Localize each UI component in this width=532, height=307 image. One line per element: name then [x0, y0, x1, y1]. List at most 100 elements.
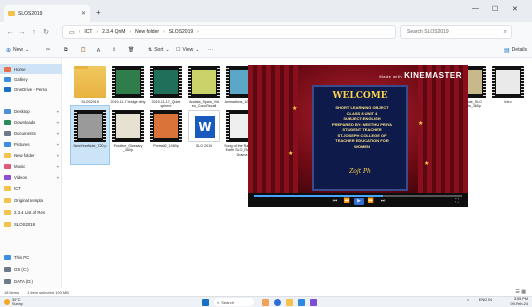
seek-bar[interactable] — [254, 195, 462, 197]
rename-icon[interactable]: Ａ — [96, 45, 101, 55]
file-name: Portrait2_1080p — [153, 144, 179, 148]
more-options-button[interactable]: ··· — [208, 45, 213, 55]
folder-icon — [4, 152, 11, 158]
store-icon[interactable] — [298, 299, 305, 306]
pin-icon[interactable]: ⌖ — [57, 109, 59, 114]
new-button[interactable]: ⊕ New ⌄ — [6, 45, 29, 55]
video-file[interactable]: Intro — [489, 62, 527, 120]
sort-button[interactable]: ⇅ Sort ⌄ — [148, 45, 170, 55]
video-thumbnail — [150, 66, 182, 98]
delete-icon[interactable]: 🗑 — [128, 45, 134, 55]
search-input[interactable]: Search SLOS2019 ⌕ — [400, 25, 512, 39]
fullscreen-icon[interactable]: ⛶ — [452, 198, 462, 205]
clock[interactable]: 3:55 PM 09-Feb-24 — [510, 297, 528, 307]
cloud-icon — [4, 86, 11, 92]
pin-icon[interactable]: ⌖ — [57, 153, 59, 158]
copy-icon[interactable]: ⧉ — [64, 45, 68, 55]
sidebar-item-label: Videos — [14, 174, 28, 180]
close-button[interactable]: ✕ — [512, 5, 518, 13]
sidebar-item-new-folder[interactable]: New folder ⌖ — [0, 150, 62, 160]
up-icon[interactable]: ↑ — [28, 29, 40, 36]
back-icon[interactable]: ← — [4, 29, 16, 36]
video-file-selected[interactable]: NewYearNote_720 p — [70, 105, 110, 165]
view-button[interactable]: ☐ View ⌄ — [176, 45, 199, 55]
document-icon — [4, 130, 11, 136]
word-document[interactable]: W SLO 2019 — [185, 106, 223, 164]
sidebar-item-list-of-resources[interactable]: 2.3.4 List of Res — [0, 207, 62, 217]
sidebar-item-onedrive[interactable]: OneDrive - Perso — [0, 84, 62, 94]
weather-widget[interactable]: 30°C Sunny — [4, 298, 23, 306]
download-icon — [4, 119, 11, 125]
cut-icon[interactable]: ✂ — [46, 45, 50, 55]
pin-icon[interactable]: ⌖ — [57, 120, 59, 125]
breadcrumb-qnm[interactable]: 2.3.4 QnM — [102, 29, 125, 35]
sidebar-item-ict[interactable]: ICT — [0, 183, 62, 193]
address-bar[interactable]: ▭ › ICT › 2.3.4 QnM › New folder › SLOS2… — [62, 25, 396, 39]
sidebar-item-videos[interactable]: Videos ⌖ — [0, 172, 62, 182]
command-bar: ⊕ New ⌄ ✂ ⧉ 📋 Ａ ⇪ 🗑 ⇅ Sort ⌄ ☐ View ⌄ ··… — [0, 42, 532, 58]
sidebar-item-label: SLOS2019 — [14, 221, 36, 227]
video-file[interactable]: Positive_Glossary _360p — [109, 106, 147, 164]
sidebar-item-label: Documents — [14, 130, 36, 136]
video-preview-player[interactable]: Made with KINEMASTER ★ ★ ★ ★ WELCOME SHOR… — [248, 65, 468, 207]
star-icon: ★ — [418, 121, 424, 127]
sidebar-item-this-pc[interactable]: This PC — [0, 252, 62, 262]
sidebar-item-downloads[interactable]: Downloads ⌖ — [0, 117, 62, 127]
sidebar-item-pictures[interactable]: Pictures ⌖ — [0, 139, 62, 149]
new-tab-button[interactable]: + — [96, 8, 101, 17]
pin-icon[interactable]: ⌖ — [57, 131, 59, 136]
item-count: 18 items — [4, 289, 20, 295]
breadcrumb-slos2019[interactable]: SLOS2019 — [169, 29, 193, 35]
word-document-icon: W — [188, 110, 220, 142]
tray-chevron-icon[interactable]: ⌃ — [466, 299, 472, 305]
close-tab-icon[interactable]: ✕ — [81, 10, 86, 17]
sidebar-item-original-templates[interactable]: Original templa — [0, 195, 62, 205]
pin-icon[interactable]: ⌖ — [57, 175, 59, 180]
tab-slos2019[interactable]: SLOS2019 ✕ — [4, 5, 90, 22]
sidebar-item-label: Desktop — [14, 108, 30, 114]
sidebar-item-label: OS (C:) — [14, 266, 29, 272]
forward-icon[interactable]: → — [16, 29, 28, 36]
view-mode-icons[interactable]: ☰ ▦ — [515, 289, 526, 295]
fast-forward-icon[interactable]: ⏩ — [366, 198, 376, 205]
next-icon[interactable]: ⏭ — [378, 198, 388, 205]
start-icon[interactable] — [202, 299, 209, 306]
sidebar-item-desktop[interactable]: Desktop ⌖ — [0, 106, 62, 116]
rewind-icon[interactable]: ⏪ — [342, 198, 352, 205]
chevron-down-icon: ⌄ — [195, 47, 200, 53]
sidebar-item-os-c[interactable]: OS (C:) — [0, 264, 62, 274]
language-indicator[interactable]: ENG IN — [479, 298, 492, 302]
sidebar-item-label: 2.3.4 List of Res — [14, 209, 46, 215]
video-thumbnail — [112, 110, 144, 142]
pin-icon[interactable]: ⌖ — [57, 142, 59, 147]
details-icon: ▤ — [504, 47, 510, 54]
breadcrumb-new-folder[interactable]: New folder — [135, 29, 159, 35]
taskbar-search[interactable]: ⌕ Search — [214, 298, 254, 306]
folder-icon — [8, 11, 15, 16]
widgets-icon[interactable] — [262, 299, 269, 306]
sidebar-item-gallery[interactable]: Gallery — [0, 74, 62, 84]
search-placeholder: Search SLOS2019 — [407, 29, 449, 35]
details-button[interactable]: ▤ Details — [504, 45, 527, 55]
sidebar-item-home[interactable]: Home — [0, 64, 62, 74]
refresh-icon[interactable]: ↻ — [40, 28, 52, 36]
star-icon: ★ — [288, 151, 294, 157]
previous-icon[interactable]: ⏮ — [330, 198, 340, 205]
breadcrumb-ict[interactable]: ICT — [84, 29, 92, 35]
edge-icon[interactable] — [274, 299, 281, 306]
paste-icon[interactable]: 📋 — [80, 45, 86, 55]
maximize-button[interactable]: ☐ — [492, 5, 498, 13]
sidebar-item-documents[interactable]: Documents ⌖ — [0, 128, 62, 138]
sidebar-item-data-d[interactable]: DATA (D:) — [0, 276, 62, 286]
sidebar-item-music[interactable]: Music ⌖ — [0, 161, 62, 171]
sidebar-item-slos2019[interactable]: SLOS2019 — [0, 219, 62, 229]
share-icon[interactable]: ⇪ — [112, 45, 116, 55]
sidebar-item-label: Pictures — [14, 141, 30, 147]
minimize-button[interactable]: — — [472, 5, 479, 12]
pin-icon[interactable]: ⌖ — [57, 164, 59, 169]
play-icon[interactable]: ▶ — [354, 198, 364, 205]
sidebar-item-label: New folder — [14, 152, 35, 158]
video-file[interactable]: Portrait2_1080p — [147, 106, 185, 164]
app-icon[interactable] — [310, 299, 317, 306]
file-explorer-icon[interactable] — [286, 299, 293, 306]
